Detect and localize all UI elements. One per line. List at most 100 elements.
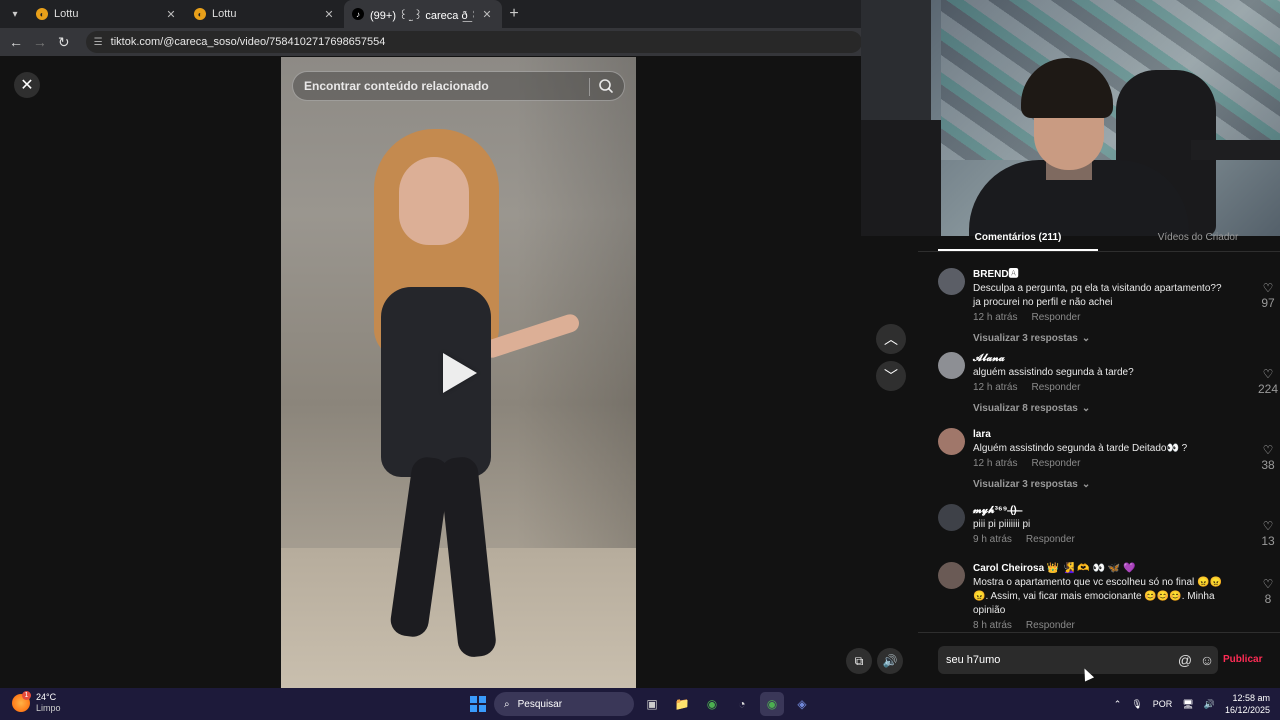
like-button[interactable]: ♡ 224 xyxy=(1256,368,1280,396)
emoji-icon[interactable]: ☺ xyxy=(1196,652,1218,668)
reply-button[interactable]: Responder xyxy=(1031,382,1080,393)
heart-icon: ♡ xyxy=(1262,367,1274,381)
play-icon[interactable] xyxy=(443,353,477,393)
view-replies-button[interactable]: Visualizar 8 respostas ⌄ xyxy=(973,403,1225,414)
view-replies-button[interactable]: Visualizar 3 respostas ⌄ xyxy=(973,333,1225,344)
forward-arrow-icon[interactable]: → xyxy=(28,34,52,50)
floating-player-button[interactable]: ⧉ xyxy=(846,648,872,674)
app-icon[interactable]: ◔ xyxy=(730,692,754,716)
previous-video-button[interactable]: ︿ xyxy=(876,324,906,354)
floating-player-icon: ⧉ xyxy=(854,653,864,668)
like-button[interactable]: ♡ 38 xyxy=(1256,444,1280,472)
weather-widget[interactable]: 1 24°C Limpo xyxy=(12,691,61,714)
avatar[interactable] xyxy=(938,504,965,531)
mention-icon[interactable]: @ xyxy=(1174,652,1196,668)
language-indicator[interactable]: POR xyxy=(1153,699,1173,709)
taskbar-search[interactable]: ⌕ Pesquisar xyxy=(494,692,634,716)
chevron-up-icon: ︿ xyxy=(884,331,898,347)
tab-title: (99+) ꒰ ̫ ꒱ careca ð͟ ꒰ (@careca_ xyxy=(370,9,474,22)
reply-button[interactable]: Responder xyxy=(1031,312,1080,323)
webcam-graffiti-wall xyxy=(941,0,1280,160)
heart-icon: ♡ xyxy=(1262,281,1274,295)
comment-input-value: seu h7umo xyxy=(946,654,1001,666)
avatar[interactable] xyxy=(938,428,965,455)
windows-start-icon[interactable] xyxy=(468,694,488,714)
avatar[interactable] xyxy=(938,562,965,589)
avatar[interactable] xyxy=(938,268,965,295)
chevron-down-icon: ⌄ xyxy=(1081,479,1091,490)
like-count: 38 xyxy=(1261,458,1275,472)
taskbar-apps: ⌕ Pesquisar ▣ 📁 ◉ ◔ ◉ ◈ xyxy=(468,692,814,716)
back-arrow-icon[interactable]: ← xyxy=(4,34,28,50)
browser-tab-3[interactable]: ♪ (99+) ꒰ ̫ ꒱ careca ð͟ ꒰ (@careca_ ✕ xyxy=(344,0,502,28)
browser-tab-2[interactable]: ◐ Lottu ✕ xyxy=(186,0,344,28)
volume-icon[interactable]: 🔊 xyxy=(1204,699,1215,710)
comment-time: 12 h atrás xyxy=(973,458,1018,469)
discord-icon[interactable]: ◈ xyxy=(790,692,814,716)
task-view-icon[interactable]: ▣ xyxy=(640,692,664,716)
browser-tab-1[interactable]: ◐ Lottu ✕ xyxy=(28,0,186,28)
comment-username[interactable]: 𝓶𝔂𝓱³⁶⁹ ̶̶(̶̶)̶̶ ̶̶ xyxy=(973,504,1225,517)
tab-creator-videos[interactable]: Vídeos do Criador xyxy=(1118,232,1278,243)
comment-input[interactable]: seu h7umo @ ☺ xyxy=(938,646,1218,674)
chevron-up-icon[interactable]: ⌃ xyxy=(1114,699,1122,710)
webcam-overlay xyxy=(861,0,1280,236)
new-tab-plus-icon[interactable]: + xyxy=(502,5,526,23)
weather-sun-icon: 1 xyxy=(12,691,31,712)
comment-username[interactable]: Carol Cheirosa 👑 🧏‍♀️ 🫶 👀 🦋 💜 xyxy=(973,562,1225,575)
clock[interactable]: 12:58 am 16/12/2025 xyxy=(1225,692,1270,716)
heart-icon: ♡ xyxy=(1262,577,1274,591)
tiktok-favicon-icon: ♪ xyxy=(352,8,364,20)
reply-button[interactable]: Responder xyxy=(1031,458,1080,469)
chrome-active-icon[interactable]: ◉ xyxy=(760,692,784,716)
close-icon: ✕ xyxy=(20,77,34,94)
comment-time: 8 h atrás xyxy=(973,620,1012,631)
chevron-down-icon: ﹀ xyxy=(884,368,898,384)
close-video-button[interactable]: ✕ xyxy=(14,72,40,98)
avatar[interactable] xyxy=(938,352,965,379)
address-bar[interactable]: ☰ tiktok.com/@careca_soso/video/75841027… xyxy=(85,31,863,53)
comment-text: Mostra o apartamento que vc escolheu só … xyxy=(973,577,1222,616)
video-player[interactable]: Encontrar conteúdo relacionado xyxy=(281,57,636,688)
screen: ▾ ◐ Lottu ✕ ◐ Lottu ✕ ♪ (99+) ꒰ ̫ ꒱ care… xyxy=(0,0,1280,720)
microphone-icon[interactable]: 🎙 xyxy=(1131,699,1142,710)
volume-button[interactable]: 🔊 xyxy=(877,648,903,674)
comment-time: 9 h atrás xyxy=(973,534,1012,545)
like-button[interactable]: ♡ 97 xyxy=(1256,282,1280,310)
reload-icon[interactable]: ↻ xyxy=(52,34,76,51)
view-replies-label: Visualizar 8 respostas xyxy=(973,403,1078,414)
comment-text: alguém assistindo segunda à tarde? xyxy=(973,367,1134,378)
like-button[interactable]: ♡ 13 xyxy=(1256,520,1280,548)
reply-button[interactable]: Responder xyxy=(1026,534,1075,545)
publish-button[interactable]: Publicar xyxy=(1223,654,1262,665)
weather-description: Limpo xyxy=(36,703,61,713)
comment-username[interactable]: BREND🅰 xyxy=(973,268,1225,281)
like-button[interactable]: ♡ 8 xyxy=(1256,578,1280,606)
video-frame-figure-face xyxy=(399,157,469,245)
close-tab-icon[interactable]: ✕ xyxy=(164,8,178,21)
comment-username[interactable]: lara xyxy=(973,428,1225,441)
chrome-icon[interactable]: ◉ xyxy=(700,692,724,716)
system-tray: ⌃ 🎙 POR 🖥 🔊 12:58 am 16/12/2025 xyxy=(1114,692,1270,716)
site-info-icon[interactable]: ☰ xyxy=(94,37,103,48)
webcam-desk xyxy=(1191,140,1280,160)
divider xyxy=(918,632,1280,633)
comment-time: 12 h atrás xyxy=(973,382,1018,393)
close-tab-icon[interactable]: ✕ xyxy=(322,8,336,21)
tab-comments[interactable]: Comentários (211) xyxy=(938,232,1098,243)
network-icon[interactable]: 🖥 xyxy=(1182,699,1193,710)
close-tab-icon[interactable]: ✕ xyxy=(480,8,494,21)
search-icon[interactable] xyxy=(598,78,614,94)
chevron-down-icon: ⌄ xyxy=(1081,403,1091,414)
speaker-icon: 🔊 xyxy=(882,654,898,668)
lottu-favicon-icon: ◐ xyxy=(36,8,48,20)
tab-list-chevron-icon[interactable]: ▾ xyxy=(2,3,28,25)
next-video-button[interactable]: ﹀ xyxy=(876,361,906,391)
browser-tab-strip: ▾ ◐ Lottu ✕ ◐ Lottu ✕ ♪ (99+) ꒰ ̫ ꒱ care… xyxy=(0,0,862,28)
comment-username[interactable]: 𝓐𝓵𝓪𝓷𝓪 xyxy=(973,352,1225,365)
file-explorer-icon[interactable]: 📁 xyxy=(670,692,694,716)
related-content-search[interactable]: Encontrar conteúdo relacionado xyxy=(292,71,625,101)
view-replies-button[interactable]: Visualizar 3 respostas ⌄ xyxy=(973,479,1225,490)
taskbar-search-label: Pesquisar xyxy=(517,698,563,710)
reply-button[interactable]: Responder xyxy=(1026,620,1075,631)
